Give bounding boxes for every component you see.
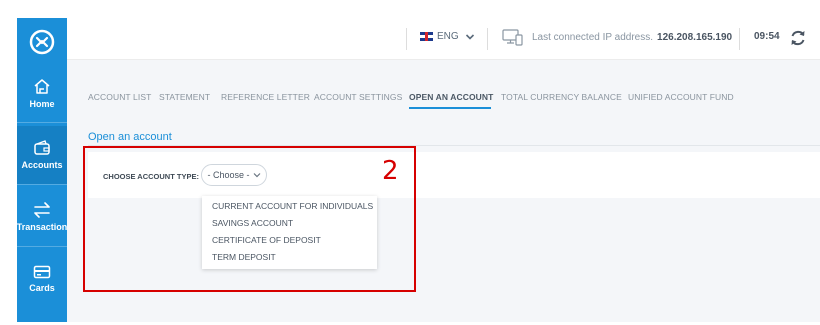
card-icon xyxy=(33,265,51,279)
sidebar-item-label: Home xyxy=(29,98,55,109)
ip-value: 126.208.165.190 xyxy=(657,31,733,43)
sidebar-item-label: Cards xyxy=(29,283,55,293)
active-tab-indicator xyxy=(409,107,491,109)
home-icon xyxy=(34,78,50,94)
topbar-separator xyxy=(739,28,740,50)
sidebar-item-accounts[interactable]: Accounts xyxy=(17,126,67,184)
logo-icon[interactable] xyxy=(17,22,67,62)
top-bar: ENG Last connected IP address. 126.208.1… xyxy=(67,18,820,60)
section-title: Open an account xyxy=(88,131,172,143)
account-tabs: ACCOUNT LIST STATEMENT REFERENCE LETTER … xyxy=(67,60,820,114)
sidebar-item-cards[interactable]: Cards xyxy=(17,250,67,308)
sidebar-divider xyxy=(17,246,67,247)
tab-unified-account-fund[interactable]: UNIFIED ACCOUNT FUND xyxy=(628,92,734,102)
wallet-icon xyxy=(34,140,50,155)
chevron-down-icon xyxy=(465,33,474,40)
annotation-highlight-box xyxy=(83,146,416,292)
refresh-icon[interactable] xyxy=(789,28,807,48)
topbar-separator xyxy=(487,28,488,50)
tab-open-an-account[interactable]: OPEN AN ACCOUNT xyxy=(409,92,493,102)
annotation-step-number: 2 xyxy=(382,156,399,186)
session-time: 09:54 xyxy=(754,31,780,42)
tab-statement[interactable]: STATEMENT xyxy=(159,92,210,102)
language-label: ENG xyxy=(437,31,459,42)
sidebar-item-label: Transaction xyxy=(16,222,68,232)
language-selector[interactable]: ENG xyxy=(420,31,475,42)
sidebar: Home Accounts Transaction Cards xyxy=(17,18,67,322)
topbar-separator xyxy=(406,28,407,50)
sidebar-item-transaction[interactable]: Transaction xyxy=(17,188,67,246)
tab-account-list[interactable]: ACCOUNT LIST xyxy=(88,92,151,102)
tab-reference-letter[interactable]: REFERENCE LETTER xyxy=(221,92,310,102)
devices-icon xyxy=(502,29,523,46)
sidebar-divider xyxy=(17,184,67,185)
ip-label: Last connected IP address. xyxy=(532,31,654,43)
sidebar-divider xyxy=(17,122,67,123)
tab-total-currency-balance[interactable]: TOTAL CURRENCY BALANCE xyxy=(501,92,622,102)
sidebar-item-home[interactable]: Home xyxy=(17,64,67,122)
transfer-arrows-icon xyxy=(34,202,50,218)
sidebar-item-label: Accounts xyxy=(21,160,63,170)
ip-info: Last connected IP address. 126.208.165.1… xyxy=(502,28,732,46)
tab-account-settings[interactable]: ACCOUNT SETTINGS xyxy=(314,92,402,102)
uk-flag-icon xyxy=(420,32,433,41)
